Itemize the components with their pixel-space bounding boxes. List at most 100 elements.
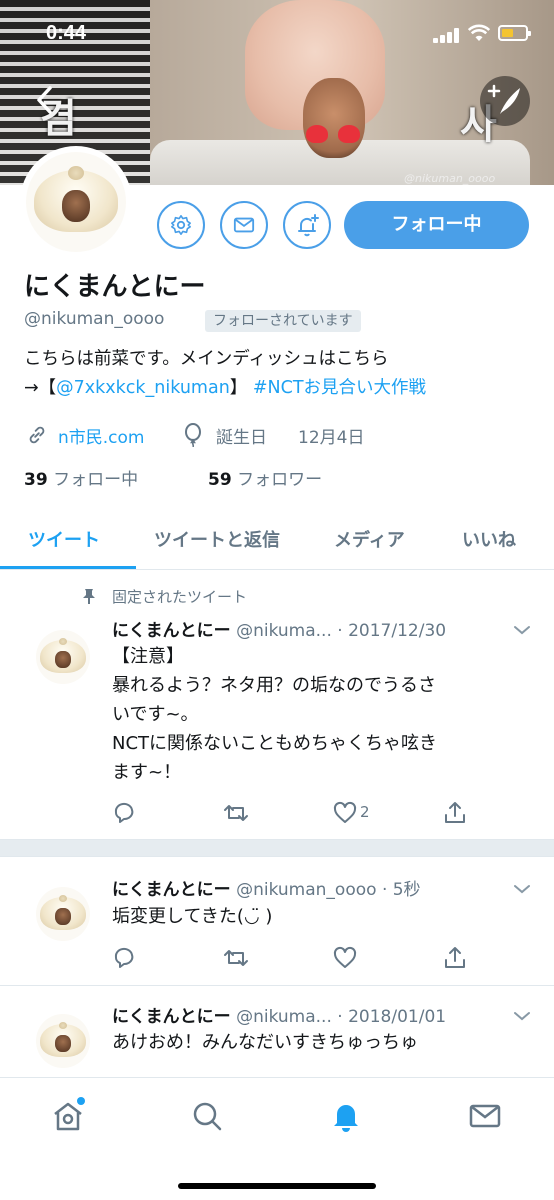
follows-you-badge: フォローされています — [205, 310, 361, 332]
banner-watermark: @nikuman_oooo — [404, 172, 496, 185]
bio-arrow: →【 — [24, 378, 57, 398]
banner-face-sticker — [303, 78, 365, 158]
compose-icon — [487, 84, 520, 114]
tweet-text: 垢変更してきた(◡̈ ) — [112, 902, 522, 931]
retweet-icon — [224, 805, 248, 821]
tweet-actions — [112, 945, 522, 973]
tweet-avatar[interactable] — [36, 887, 90, 941]
balloon-icon — [185, 423, 201, 447]
share-button[interactable] — [442, 945, 482, 973]
avatar-image — [26, 152, 126, 252]
following-count: 39 — [24, 470, 48, 490]
nav-messages[interactable] — [467, 1098, 503, 1134]
pinned-label-text: 固定されたツイート — [112, 588, 248, 606]
following-button[interactable]: フォロー中 — [344, 201, 529, 249]
followers-count-link[interactable]: 59 フォロワー — [208, 465, 322, 490]
tweet-author-handle[interactable]: @nikuma... — [236, 1007, 332, 1027]
reply-button[interactable] — [112, 945, 152, 973]
tab-tweets[interactable]: ツイート — [28, 526, 100, 552]
message-button[interactable] — [220, 201, 268, 249]
tab-tweets-and-replies[interactable]: ツイートと返信 — [154, 526, 280, 552]
retweet-icon — [224, 950, 248, 966]
tweet-line: 垢変更してきた(◡̈ ) — [112, 906, 273, 927]
gear-icon — [171, 215, 191, 235]
tweet-author-name[interactable]: にくまんとにー — [112, 1007, 231, 1027]
compose-button[interactable] — [480, 76, 530, 126]
tweet-author-handle[interactable]: @nikuma... — [236, 621, 332, 641]
website-link[interactable]: n市民.com — [58, 423, 145, 448]
birthday-label: 誕生日 — [216, 428, 267, 448]
tweet-header: にくまんとにー @nikuman_oooo · 5秒 — [112, 875, 421, 900]
tweet-text: あけおめ！みんなだいすきちゅっちゅ — [112, 1028, 522, 1057]
search-icon — [193, 1102, 222, 1131]
nav-search[interactable] — [189, 1098, 225, 1134]
tweet-header: にくまんとにー @nikuma... · 2017/12/30 — [112, 616, 446, 641]
nav-notifications[interactable] — [328, 1098, 364, 1134]
tweet-line: いです~。 — [112, 704, 199, 725]
tweet-pinned[interactable]: にくまんとにー @nikuma... · 2017/12/30 【注意】 暴れる… — [0, 612, 554, 837]
like-button[interactable]: 2 — [332, 800, 392, 828]
wifi-icon — [468, 24, 490, 41]
notification-button[interactable] — [283, 201, 331, 249]
heart-icon — [333, 801, 357, 823]
tweet[interactable]: にくまんとにー @nikuman_oooo · 5秒 垢変更してきた(◡̈ ) — [0, 857, 554, 985]
chevron-down-icon[interactable] — [512, 882, 532, 896]
bio-bracket: 】 — [229, 378, 253, 398]
chevron-left-icon[interactable] — [30, 82, 62, 118]
share-button[interactable] — [442, 800, 482, 828]
nav-home[interactable] — [50, 1097, 86, 1134]
bell-plus-icon — [298, 214, 319, 237]
following-label: フォロー中 — [53, 470, 139, 490]
heart-eye-icon-left — [306, 125, 328, 143]
home-indicator — [178, 1183, 376, 1189]
following-count-link[interactable]: 39 フォロー中 — [24, 465, 138, 490]
envelope-icon — [469, 1104, 501, 1128]
tweet-line: NCTに関係ないこともめちゃくちゃ呟き — [112, 733, 438, 754]
profile-tabs: ツイート ツイートと返信 メディア いいね — [0, 512, 554, 570]
bio-hashtag-link[interactable]: #NCTお見合い大作戦 — [253, 378, 426, 398]
followers-count: 59 — [208, 470, 232, 490]
share-icon — [445, 947, 465, 968]
reply-icon — [114, 947, 134, 968]
tweet-timestamp: · 2018/01/01 — [337, 1007, 447, 1027]
bell-icon — [334, 1105, 358, 1132]
followers-label: フォロワー — [237, 470, 323, 490]
tweet-author-handle[interactable]: @nikuman_oooo — [236, 880, 376, 900]
section-divider — [0, 839, 554, 857]
tweet-line: 【注意】 — [112, 646, 184, 667]
bio-mention-link[interactable]: @7xkxkck_nikuman — [56, 378, 230, 398]
tab-media[interactable]: メディア — [334, 526, 405, 552]
chevron-down-icon[interactable] — [512, 1009, 532, 1023]
chevron-down-icon[interactable] — [512, 623, 532, 637]
profile-display-name: にくまんとにー — [24, 272, 206, 302]
tab-likes[interactable]: いいね — [462, 526, 516, 552]
link-icon — [29, 426, 45, 444]
like-button[interactable] — [332, 945, 372, 973]
tweet-header: にくまんとにー @nikuma... · 2018/01/01 — [112, 1002, 446, 1027]
bio-line-1: こちらは前菜です。メインディッシュはこちら — [24, 349, 389, 369]
status-time: 0:44 — [46, 22, 87, 44]
profile-avatar[interactable] — [20, 146, 132, 258]
new-content-indicator — [77, 1097, 85, 1105]
tweet-avatar[interactable] — [36, 1014, 90, 1068]
heart-icon — [333, 946, 357, 968]
tweet-author-name[interactable]: にくまんとにー — [112, 621, 231, 641]
tweet-timestamp: · 2017/12/30 — [337, 621, 447, 641]
retweet-button[interactable] — [222, 800, 262, 828]
bottom-tab-bar — [0, 1077, 554, 1200]
battery-icon — [498, 25, 531, 41]
tweet-author-name[interactable]: にくまんとにー — [112, 880, 231, 900]
pin-icon — [83, 589, 95, 604]
profile-handle: @nikuman_oooo — [24, 309, 165, 329]
tweet-avatar[interactable] — [36, 630, 90, 684]
tweet-line: あけおめ！みんなだいすきちゅっちゅ — [112, 1032, 418, 1053]
birthday-value: 12月4日 — [298, 428, 365, 448]
tweet-line: ます~！ — [112, 762, 182, 783]
profile-bio: こちらは前菜です。メインディッシュはこちら →【@7xkxkck_nikuman… — [24, 345, 544, 403]
reply-button[interactable] — [112, 800, 152, 828]
envelope-icon — [233, 217, 255, 233]
settings-button[interactable] — [157, 201, 205, 249]
tweet-text: 【注意】 暴れるよう？ネタ用？の垢なのでうるさ いです~。 NCTに関係ないこと… — [112, 642, 522, 787]
retweet-button[interactable] — [222, 945, 262, 973]
tweet[interactable]: にくまんとにー @nikuma... · 2018/01/01 あけおめ！みんな… — [0, 986, 554, 1077]
